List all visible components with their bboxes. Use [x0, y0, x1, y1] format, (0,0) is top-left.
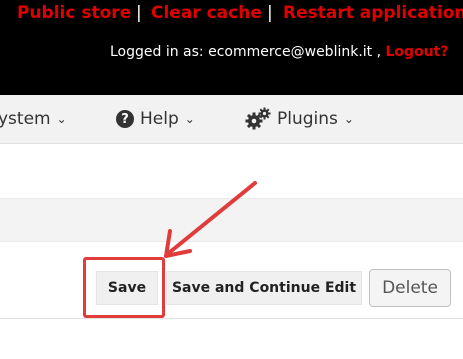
- annotation-arrow: [164, 181, 257, 258]
- divider: [0, 318, 463, 319]
